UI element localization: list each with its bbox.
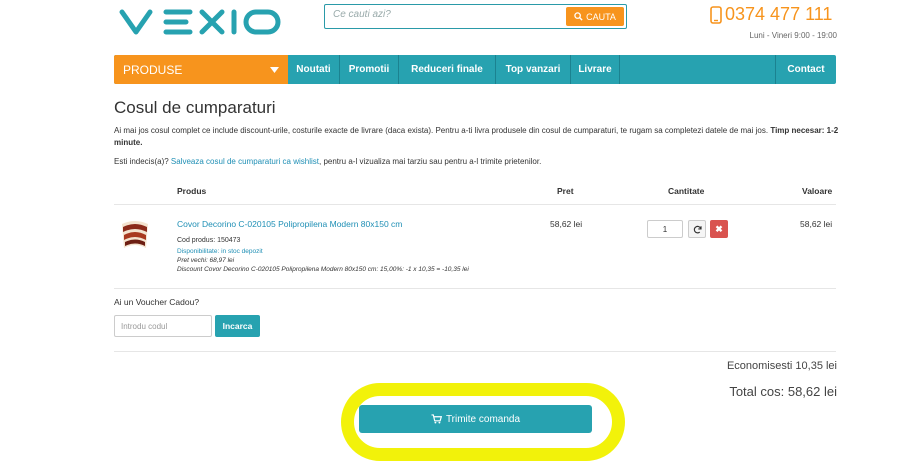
intro-body: Ai mai jos cosul complet ce include disc… [114, 126, 769, 135]
voucher-label: Ai un Voucher Cadou? [114, 297, 200, 307]
product-old-price: Pret vechi: 68,97 lei [177, 257, 235, 264]
wishlist-prefix: Esti indecis(a)? [114, 157, 169, 166]
refresh-icon [693, 225, 702, 233]
voucher-code-input[interactable] [114, 315, 212, 337]
cart-total: Total cos: 58,62 lei [729, 384, 837, 399]
product-availability: Disponibilitate: in stoc depozit [177, 248, 263, 255]
nav-item-promotii[interactable]: Promotii [340, 55, 399, 84]
nav-item-top-vanzari[interactable]: Top vanzari [496, 55, 571, 84]
intro-text: Ai mai jos cosul complet ce include disc… [114, 126, 839, 147]
submit-order-label: Trimite comanda [445, 413, 521, 425]
nav-item-contact[interactable]: Contact [776, 55, 836, 84]
page-title: Cosul de cumparaturi [114, 98, 276, 117]
remove-item-button[interactable]: ✖ [710, 220, 728, 238]
search-bar: CAUTA [324, 4, 627, 29]
cart-icon [431, 414, 442, 424]
phone-number: 0374 477 111 [725, 4, 833, 24]
column-header-quantity: Cantitate [668, 186, 705, 196]
nav-item-livrare[interactable]: Livrare [571, 55, 620, 84]
submit-order-button[interactable]: Trimite comanda [359, 405, 592, 433]
wishlist-suffix: , pentru a-l vizualiza mai tarziu sau pe… [319, 157, 542, 166]
main-nav: PRODUSE Noutati Promotii Reduceri finale… [114, 55, 836, 84]
close-icon: ✖ [715, 223, 723, 234]
product-name-link[interactable]: Covor Decorino C-020105 Polipropilena Mo… [177, 219, 402, 229]
search-input[interactable] [333, 9, 563, 20]
column-header-price: Pret [557, 186, 574, 196]
nav-produse-dropdown[interactable]: PRODUSE [114, 55, 288, 84]
savings-amount: Economisesti 10,35 lei [726, 360, 837, 372]
product-value: 58,62 lei [800, 219, 833, 229]
phone-contact: 0374 477 111 [710, 4, 832, 25]
nav-spacer [620, 55, 776, 84]
summary-divider [114, 351, 836, 352]
business-hours: Luni - Vineri 9:00 - 19:00 [749, 31, 837, 40]
update-quantity-button[interactable] [688, 220, 706, 238]
phone-icon [710, 5, 722, 24]
nav-item-reduceri-finale[interactable]: Reduceri finale [399, 55, 496, 84]
wishlist-text: Esti indecis(a)? Salveaza cosul de cumpa… [114, 157, 541, 166]
row-divider [114, 288, 836, 289]
product-discount: Discount Covor Decorino C-020105 Polipro… [177, 266, 469, 273]
column-header-product: Produs [177, 186, 207, 196]
apply-voucher-button[interactable]: Incarca [215, 315, 260, 337]
product-code: Cod produs: 150473 [177, 237, 241, 244]
search-button[interactable]: CAUTA [566, 7, 624, 26]
search-button-label: CAUTA [586, 11, 616, 22]
nav-produse-label: PRODUSE [123, 62, 183, 77]
quantity-input[interactable] [647, 220, 683, 238]
save-wishlist-link[interactable]: Salveaza cosul de cumparaturi ca wishlis… [171, 157, 319, 166]
caret-down-icon [270, 66, 279, 73]
table-divider [114, 204, 836, 205]
nav-item-noutati[interactable]: Noutati [288, 55, 340, 84]
column-header-value: Valoare [802, 186, 833, 196]
vexio-logo[interactable] [118, 2, 282, 38]
product-thumbnail[interactable] [118, 218, 152, 252]
time-label: Timp necesar: [770, 126, 825, 135]
product-price: 58,62 lei [550, 219, 583, 229]
search-icon [574, 12, 583, 21]
